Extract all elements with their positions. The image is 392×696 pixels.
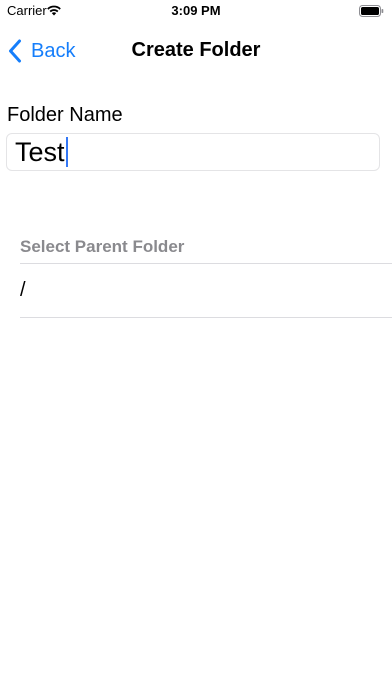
status-bar: Carrier 3:09 PM: [0, 0, 392, 22]
parent-folder-section-header: Select Parent Folder: [20, 237, 185, 256]
text-caret: [65, 137, 68, 167]
folder-name-label: Folder Name: [7, 104, 123, 126]
folder-name-field[interactable]: Test: [6, 133, 380, 171]
parent-folder-row[interactable]: /: [20, 264, 392, 317]
navigation-bar: Back Create Folder: [0, 22, 392, 80]
status-time: 3:09 PM: [171, 3, 221, 18]
folder-name-value[interactable]: Test: [15, 136, 65, 168]
page-title: Create Folder: [131, 39, 261, 61]
battery-icon: [359, 5, 384, 17]
parent-folder-path: /: [20, 279, 26, 301]
row-divider: [20, 317, 392, 318]
